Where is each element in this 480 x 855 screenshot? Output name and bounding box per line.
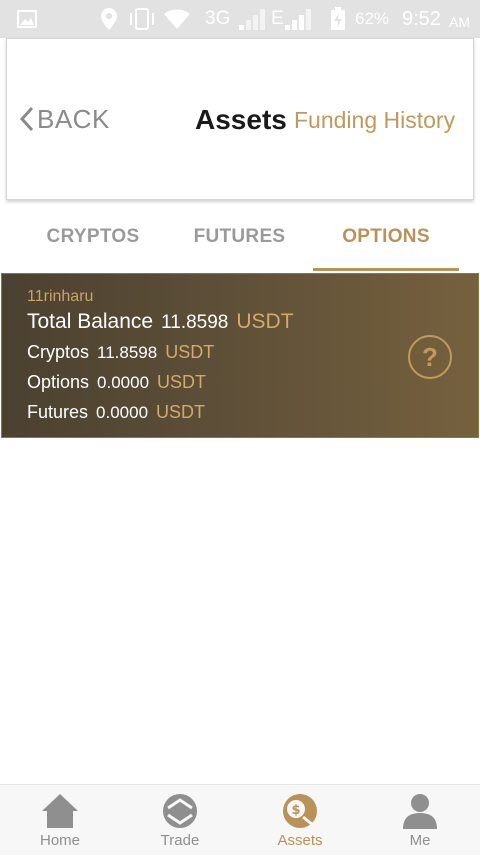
home-icon	[42, 794, 78, 828]
funding-history-link[interactable]: Funding History	[294, 101, 455, 139]
network-type-2-label: E	[271, 8, 284, 29]
trade-icon	[163, 794, 197, 828]
cryptos-balance-row: Cryptos 11.8598 USDT	[27, 342, 214, 363]
cryptos-currency: USDT	[165, 342, 215, 362]
cryptos-value: 11.8598	[97, 343, 158, 362]
vibrate-icon	[128, 0, 156, 38]
total-balance-currency: USDT	[236, 310, 294, 333]
active-tab-indicator	[313, 268, 459, 271]
total-balance-value: 11.8598	[161, 312, 229, 333]
svg-text:$: $	[291, 803, 300, 818]
futures-value: 0.0000	[96, 403, 149, 422]
futures-currency: USDT	[156, 402, 206, 422]
nav-trade[interactable]: Trade	[120, 785, 240, 855]
signal-2-icon	[284, 0, 314, 38]
clock: 9:52	[402, 7, 441, 30]
nav-assets-label: Assets	[277, 832, 323, 849]
options-currency: USDT	[157, 372, 207, 392]
total-balance-label: Total Balance	[27, 310, 154, 333]
person-icon	[403, 794, 437, 829]
username: 11rinharu	[27, 288, 94, 305]
nav-me[interactable]: Me	[360, 785, 480, 855]
help-icon[interactable]: ?	[408, 335, 452, 379]
futures-balance-row: Futures 0.0000 USDT	[27, 402, 205, 423]
total-balance-row: Total Balance 11.8598 USDT	[27, 310, 294, 334]
options-value: 0.0000	[97, 373, 150, 392]
location-icon	[100, 0, 118, 38]
page-title: Assets	[195, 104, 287, 135]
back-button[interactable]: BACK	[19, 101, 110, 137]
battery-percent: 62%	[355, 9, 390, 28]
nav-me-label: Me	[409, 832, 431, 849]
network-type-label: 3G	[205, 8, 231, 29]
bottom-nav: Home Trade $ Assets Me	[0, 784, 480, 855]
tab-options[interactable]: OPTIONS	[313, 216, 459, 258]
app-header: BACK Assets Funding History	[6, 38, 474, 200]
signal-icon	[238, 0, 268, 38]
tab-cryptos[interactable]: CRYPTOS	[20, 216, 166, 258]
nav-assets[interactable]: $ Assets	[240, 785, 360, 855]
options-label: Options	[27, 372, 90, 392]
futures-label: Futures	[27, 402, 89, 422]
options-balance-row: Options 0.0000 USDT	[27, 372, 206, 393]
status-bar: 3G E 62% 9:52 AM	[0, 0, 480, 38]
image-icon	[17, 0, 37, 38]
balance-card: 11rinharu Total Balance 11.8598 USDT Cry…	[1, 273, 479, 438]
wifi-icon	[163, 0, 191, 38]
tab-futures[interactable]: FUTURES	[166, 216, 313, 258]
chevron-left-icon	[19, 106, 34, 132]
cryptos-label: Cryptos	[27, 342, 90, 362]
battery-charging-icon	[330, 0, 346, 38]
nav-home[interactable]: Home	[0, 785, 120, 855]
back-label: BACK	[37, 103, 110, 134]
clock-ampm: AM	[449, 14, 470, 30]
nav-trade-label: Trade	[160, 832, 200, 849]
nav-home-label: Home	[39, 832, 80, 849]
assets-icon: $	[283, 794, 317, 828]
